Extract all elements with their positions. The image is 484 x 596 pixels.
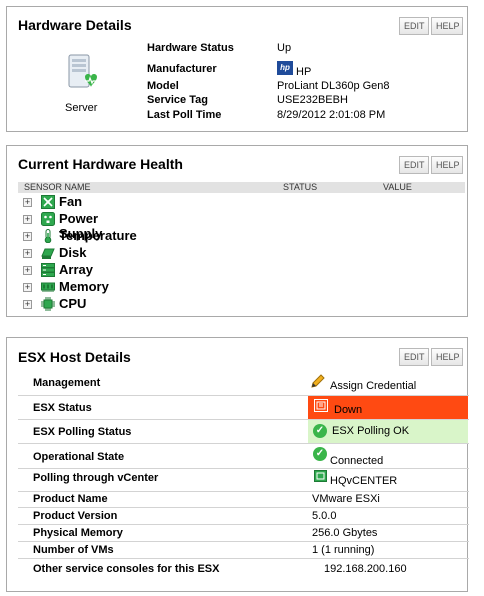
esx-row-number-of-vms: Number of VMs 1 (1 running) bbox=[18, 542, 469, 559]
hardware-details-panel: Hardware Details EDIT HELP Server Hardwa… bbox=[6, 6, 468, 132]
sensor-label: Fan bbox=[59, 194, 83, 209]
expand-icon[interactable]: + bbox=[23, 249, 32, 258]
hardware-details-title: Hardware Details bbox=[18, 17, 132, 33]
esx-row-polling-status: ESX Polling Status ✓ ESX Polling OK bbox=[18, 420, 469, 444]
management-label: Management bbox=[33, 377, 101, 389]
esx-row-management: Management Assign Credential bbox=[18, 370, 469, 396]
esx-row-status: ESX Status Down bbox=[18, 396, 469, 420]
expand-icon[interactable]: + bbox=[23, 215, 32, 224]
service-consoles-label: Other service consoles for this ESX bbox=[33, 563, 220, 575]
product-version-value: 5.0.0 bbox=[312, 510, 337, 522]
hardware-status-value: Up bbox=[277, 42, 292, 54]
thermometer-icon bbox=[41, 229, 55, 244]
expand-icon[interactable]: + bbox=[23, 266, 32, 275]
esx-host-details-title: ESX Host Details bbox=[18, 349, 131, 365]
fan-icon bbox=[41, 195, 55, 209]
cpu-icon bbox=[41, 297, 55, 311]
product-version-label: Product Version bbox=[33, 510, 118, 522]
operational-state-label: Operational State bbox=[33, 451, 125, 463]
memory-icon bbox=[41, 280, 55, 294]
power-supply-icon bbox=[41, 212, 55, 226]
hardware-status-label: Hardware Status bbox=[147, 42, 234, 54]
hardware-help-button[interactable]: HELP bbox=[431, 17, 463, 35]
disk-icon bbox=[41, 246, 55, 260]
server-icon bbox=[63, 51, 103, 93]
array-icon bbox=[41, 263, 55, 277]
esx-row-operational-state: Operational State ✓ Connected bbox=[18, 444, 469, 469]
vcenter-icon bbox=[314, 470, 327, 482]
health-table-header: SENSOR NAME STATUS VALUE bbox=[18, 182, 465, 193]
sensor-name-column-header: SENSOR NAME bbox=[24, 182, 91, 192]
sensor-label: CPU bbox=[59, 296, 87, 311]
esx-row-service-consoles: Other service consoles for this ESX 192.… bbox=[18, 559, 469, 580]
esx-host-icon bbox=[314, 399, 328, 412]
polling-vcenter-label: Polling through vCenter bbox=[33, 472, 159, 484]
physical-memory-value: 256.0 Gbytes bbox=[312, 527, 378, 539]
sensor-label: Array bbox=[59, 262, 93, 277]
sensor-label: Memory bbox=[59, 279, 109, 294]
service-tag-label: Service Tag bbox=[147, 94, 208, 106]
esx-row-product-version: Product Version 5.0.0 bbox=[18, 508, 469, 525]
esx-status-label: ESX Status bbox=[33, 402, 92, 414]
service-tag-value: USE232BEBH bbox=[277, 94, 348, 106]
manufacturer-value: HP bbox=[296, 66, 312, 78]
polling-vcenter-value[interactable]: HQvCENTER bbox=[330, 475, 397, 487]
esx-help-button[interactable]: HELP bbox=[431, 348, 463, 366]
product-name-label: Product Name bbox=[33, 493, 108, 505]
hardware-health-panel: Current Hardware Health EDIT HELP SENSOR… bbox=[6, 145, 468, 317]
model-value: ProLiant DL360p Gen8 bbox=[277, 80, 390, 92]
model-label: Model bbox=[147, 80, 179, 92]
esx-polling-status-label: ESX Polling Status bbox=[33, 426, 132, 438]
last-poll-time-label: Last Poll Time bbox=[147, 109, 222, 121]
value-column-header: VALUE bbox=[383, 182, 412, 192]
esx-row-polling-vcenter: Polling through vCenter HQvCENTER bbox=[18, 469, 469, 492]
last-poll-time-value: 8/29/2012 2:01:08 PM bbox=[277, 109, 386, 121]
check-circle-icon: ✓ bbox=[313, 447, 327, 461]
number-of-vms-label: Number of VMs bbox=[33, 544, 114, 556]
esx-edit-button[interactable]: EDIT bbox=[399, 348, 429, 366]
server-label: Server bbox=[65, 102, 98, 114]
esx-host-details-panel: ESX Host Details EDIT HELP Management As… bbox=[6, 337, 469, 592]
esx-row-physical-memory: Physical Memory 256.0 Gbytes bbox=[18, 525, 469, 542]
pencil-icon bbox=[310, 373, 326, 389]
expand-icon[interactable]: + bbox=[23, 283, 32, 292]
service-consoles-value: 192.168.200.160 bbox=[324, 563, 407, 575]
esx-polling-status-value: ESX Polling OK bbox=[332, 425, 410, 437]
esx-row-product-name: Product Name VMware ESXi bbox=[18, 492, 469, 508]
esx-status-down-cell: Down bbox=[308, 396, 468, 419]
operational-state-value: Connected bbox=[330, 455, 384, 467]
expand-icon[interactable]: + bbox=[23, 232, 32, 241]
number-of-vms-value: 1 (1 running) bbox=[312, 544, 375, 556]
check-circle-icon: ✓ bbox=[313, 424, 327, 438]
esx-status-value: Down bbox=[334, 404, 363, 416]
hp-logo-icon: hp bbox=[277, 61, 293, 75]
sensor-label: Disk bbox=[59, 245, 87, 260]
physical-memory-label: Physical Memory bbox=[33, 527, 123, 539]
health-edit-button[interactable]: EDIT bbox=[399, 156, 429, 174]
health-help-button[interactable]: HELP bbox=[431, 156, 463, 174]
hardware-edit-button[interactable]: EDIT bbox=[399, 17, 429, 35]
expand-icon[interactable]: + bbox=[23, 198, 32, 207]
assign-credential-link[interactable]: Assign Credential bbox=[330, 380, 416, 392]
hardware-health-title: Current Hardware Health bbox=[18, 156, 183, 172]
sensor-label: Temperature bbox=[59, 228, 137, 243]
status-column-header: STATUS bbox=[283, 182, 318, 192]
product-name-value: VMware ESXi bbox=[312, 493, 380, 505]
esx-polling-ok-cell: ✓ ESX Polling OK bbox=[308, 420, 468, 443]
expand-icon[interactable]: + bbox=[23, 300, 32, 309]
manufacturer-label: Manufacturer bbox=[147, 63, 217, 75]
